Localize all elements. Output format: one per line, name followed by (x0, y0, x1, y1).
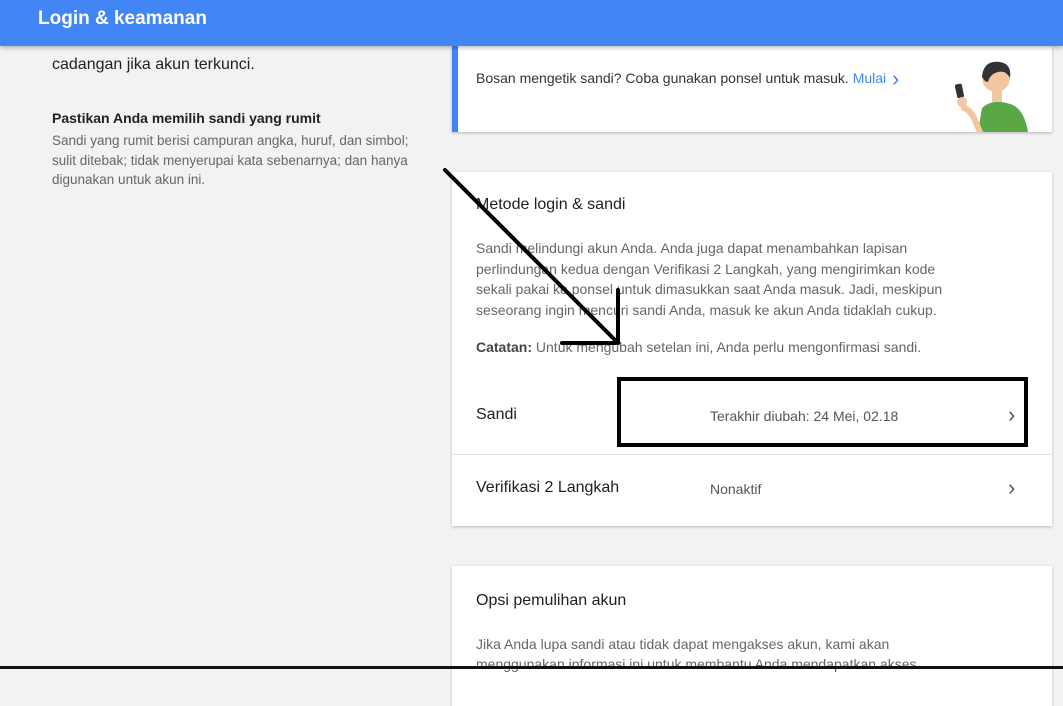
page-title: Login & keamanan (38, 8, 207, 29)
tip-title: Pastikan Anda memilih sandi yang rumit (52, 110, 321, 126)
note-text: Untuk mengubah setelan ini, Anda perlu m… (532, 339, 922, 355)
chevron-right-icon[interactable]: › (1008, 402, 1015, 428)
two-step-row-value: Nonaktif (710, 481, 762, 497)
signin-methods-card: Metode login & sandi Sandi melindungi ak… (452, 172, 1052, 526)
person-with-phone-icon (954, 61, 1028, 132)
password-row-value: Terakhir diubah: 24 Mei, 02.18 (710, 408, 899, 424)
signin-section-description: Sandi melindungi akun Anda. Anda juga da… (476, 240, 943, 318)
chevron-right-icon[interactable]: › (892, 66, 899, 92)
chevron-right-icon[interactable]: › (1008, 475, 1015, 501)
phone-signin-promo-card: Bosan mengetik sandi? Coba gunakan ponse… (452, 46, 1052, 132)
app-header: Login & keamanan (0, 0, 1063, 46)
recovery-section-title: Opsi pemulihan akun (476, 592, 627, 609)
left-cut-text: cadangan jika akun terkunci. (52, 56, 255, 73)
note-label: Catatan: (476, 339, 533, 355)
promo-message: Bosan mengetik sandi? Coba gunakan ponse… (476, 70, 849, 86)
signin-section-title: Metode login & sandi (476, 196, 626, 213)
promo-start-link[interactable]: Mulai (853, 70, 886, 86)
account-recovery-card: Opsi pemulihan akun Jika Anda lupa sandi… (452, 566, 1052, 706)
two-step-row-label: Verifikasi 2 Langkah (476, 479, 620, 496)
two-step-verification-row[interactable]: Verifikasi 2 Langkah Nonaktif › (452, 454, 1052, 527)
tip-body: Sandi yang rumit berisi campuran angka, … (52, 133, 409, 187)
password-row-label: Sandi (476, 406, 517, 423)
signin-section-note: Catatan: Untuk mengubah setelan ini, And… (476, 339, 921, 355)
promo-text: Bosan mengetik sandi? Coba gunakan ponse… (476, 70, 886, 86)
password-row[interactable]: Sandi Terakhir diubah: 24 Mei, 02.18 › (452, 380, 1052, 452)
